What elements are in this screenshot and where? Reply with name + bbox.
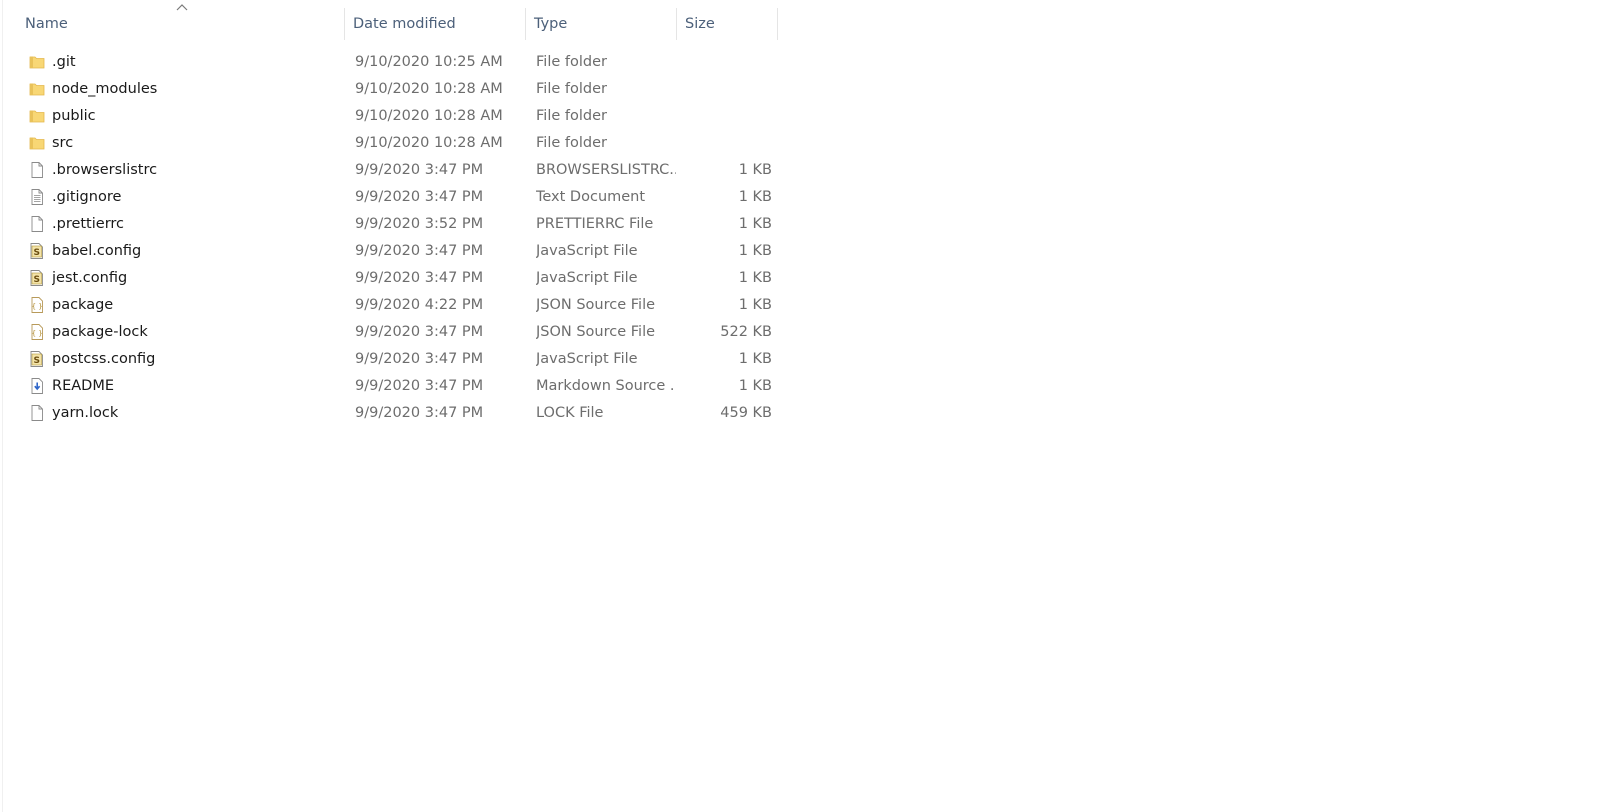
file-name: .gitignore	[52, 189, 122, 205]
column-header-type[interactable]: Type	[526, 8, 676, 40]
file-name: postcss.config	[52, 351, 156, 367]
file-name: jest.config	[52, 270, 128, 286]
file-type: LOCK File	[536, 405, 604, 421]
file-name: .git	[52, 54, 76, 70]
file-size: 1 KB	[738, 162, 772, 178]
file-type: JSON Source File	[536, 324, 656, 340]
file-type: JavaScript File	[536, 270, 638, 286]
blank-file-icon	[28, 161, 46, 179]
javascript-file-icon: S	[28, 269, 46, 287]
file-date-modified: 9/9/2020 3:47 PM	[355, 162, 484, 178]
file-date-modified: 9/9/2020 3:47 PM	[355, 324, 484, 340]
file-date-modified: 9/9/2020 4:22 PM	[355, 297, 484, 313]
javascript-file-icon: S	[28, 350, 46, 368]
file-name: yarn.lock	[52, 405, 119, 421]
svg-text:{ }: { }	[32, 329, 43, 337]
file-row[interactable]: README 9/9/2020 3:47 PM Markdown Source ..…	[0, 373, 790, 400]
file-row[interactable]: node_modules 9/10/2020 10:28 AM File folde…	[0, 76, 790, 103]
file-type: File folder	[536, 54, 607, 70]
file-date-modified: 9/10/2020 10:28 AM	[355, 135, 503, 151]
file-type: JavaScript File	[536, 351, 638, 367]
javascript-file-icon: S	[28, 242, 46, 260]
file-row[interactable]: src 9/10/2020 10:28 AM File folder	[0, 130, 790, 157]
file-size	[680, 103, 772, 130]
file-explorer-list-view: Name Date modified Type Size .git 9/10/20…	[0, 0, 1615, 812]
file-date-modified: 9/10/2020 10:25 AM	[355, 54, 503, 70]
file-name: README	[52, 378, 114, 394]
blank-file-icon	[28, 215, 46, 233]
file-size: 1 KB	[738, 378, 772, 394]
column-header-bar: Name Date modified Type Size	[0, 0, 790, 44]
file-date-modified: 9/9/2020 3:47 PM	[355, 270, 484, 286]
file-type: PRETTIERRC File	[536, 216, 654, 232]
file-name: babel.config	[52, 243, 142, 259]
file-date-modified: 9/9/2020 3:47 PM	[355, 351, 484, 367]
folder-icon	[28, 134, 46, 152]
file-row[interactable]: public 9/10/2020 10:28 AM File folder	[0, 103, 790, 130]
file-list: .git 9/10/2020 10:25 AM File folder node_mo…	[0, 49, 790, 427]
text-file-icon	[28, 188, 46, 206]
file-date-modified: 9/9/2020 3:52 PM	[355, 216, 484, 232]
file-size: 1 KB	[738, 189, 772, 205]
file-date-modified: 9/9/2020 3:47 PM	[355, 189, 484, 205]
file-name: package	[52, 297, 114, 313]
file-size	[680, 49, 772, 76]
column-header-date-modified[interactable]: Date modified	[345, 8, 525, 40]
column-divider[interactable]	[777, 8, 778, 40]
file-size: 1 KB	[738, 243, 772, 259]
file-size: 522 KB	[720, 324, 772, 340]
file-type: Markdown Source ...	[536, 378, 676, 394]
file-row[interactable]: Spostcss.config 9/9/2020 3:47 PM JavaScrip…	[0, 346, 790, 373]
file-row[interactable]: .git 9/10/2020 10:25 AM File folder	[0, 49, 790, 76]
file-name: .prettierrc	[52, 216, 125, 232]
file-name: public	[52, 108, 96, 124]
json-file-icon: { }	[28, 323, 46, 341]
file-type: File folder	[536, 135, 607, 151]
folder-icon	[28, 53, 46, 71]
file-size	[680, 130, 772, 157]
file-name: src	[52, 135, 74, 151]
file-row[interactable]: { } package 9/9/2020 4:22 PM JSON Source Fi…	[0, 292, 790, 319]
svg-text:S: S	[34, 248, 40, 258]
file-type: JSON Source File	[536, 297, 656, 313]
file-type: File folder	[536, 81, 607, 97]
column-header-name[interactable]: Name	[17, 8, 343, 40]
file-row[interactable]: Sbabel.config 9/9/2020 3:47 PM JavaScript …	[0, 238, 790, 265]
file-row[interactable]: .prettierrc 9/9/2020 3:52 PM PRETTIERRC Fi…	[0, 211, 790, 238]
file-size	[680, 76, 772, 103]
file-date-modified: 9/9/2020 3:47 PM	[355, 405, 484, 421]
file-name: node_modules	[52, 81, 158, 97]
folder-icon	[28, 80, 46, 98]
file-name: .browserslistrc	[52, 162, 158, 178]
file-size: 1 KB	[738, 216, 772, 232]
file-type: File folder	[536, 108, 607, 124]
file-size: 459 KB	[720, 405, 772, 421]
file-date-modified: 9/10/2020 10:28 AM	[355, 108, 503, 124]
column-header-size[interactable]: Size	[677, 8, 777, 40]
file-date-modified: 9/9/2020 3:47 PM	[355, 378, 484, 394]
svg-text:S: S	[34, 356, 40, 366]
json-file-icon: { }	[28, 296, 46, 314]
file-row[interactable]: .gitignore 9/9/2020 3:47 PM Text Document 1…	[0, 184, 790, 211]
file-type: BROWSERSLISTRC...	[536, 162, 676, 178]
file-size: 1 KB	[738, 351, 772, 367]
file-type: Text Document	[536, 189, 646, 205]
file-name: package-lock	[52, 324, 148, 340]
svg-text:{ }: { }	[32, 302, 43, 310]
svg-text:S: S	[34, 275, 40, 285]
file-type: JavaScript File	[536, 243, 638, 259]
file-row[interactable]: .browserslistrc 9/9/2020 3:47 PM BROWSERSL…	[0, 157, 790, 184]
file-row[interactable]: { } package-lock 9/9/2020 3:47 PM JSON Sour…	[0, 319, 790, 346]
folder-icon	[28, 107, 46, 125]
blank-file-icon	[28, 404, 46, 422]
file-row[interactable]: yarn.lock 9/9/2020 3:47 PM LOCK File 459 KB	[0, 400, 790, 427]
file-date-modified: 9/9/2020 3:47 PM	[355, 243, 484, 259]
file-size: 1 KB	[738, 270, 772, 286]
file-row[interactable]: Sjest.config 9/9/2020 3:47 PM JavaScript F…	[0, 265, 790, 292]
markdown-file-icon	[28, 377, 46, 395]
file-date-modified: 9/10/2020 10:28 AM	[355, 81, 503, 97]
file-size: 1 KB	[738, 297, 772, 313]
